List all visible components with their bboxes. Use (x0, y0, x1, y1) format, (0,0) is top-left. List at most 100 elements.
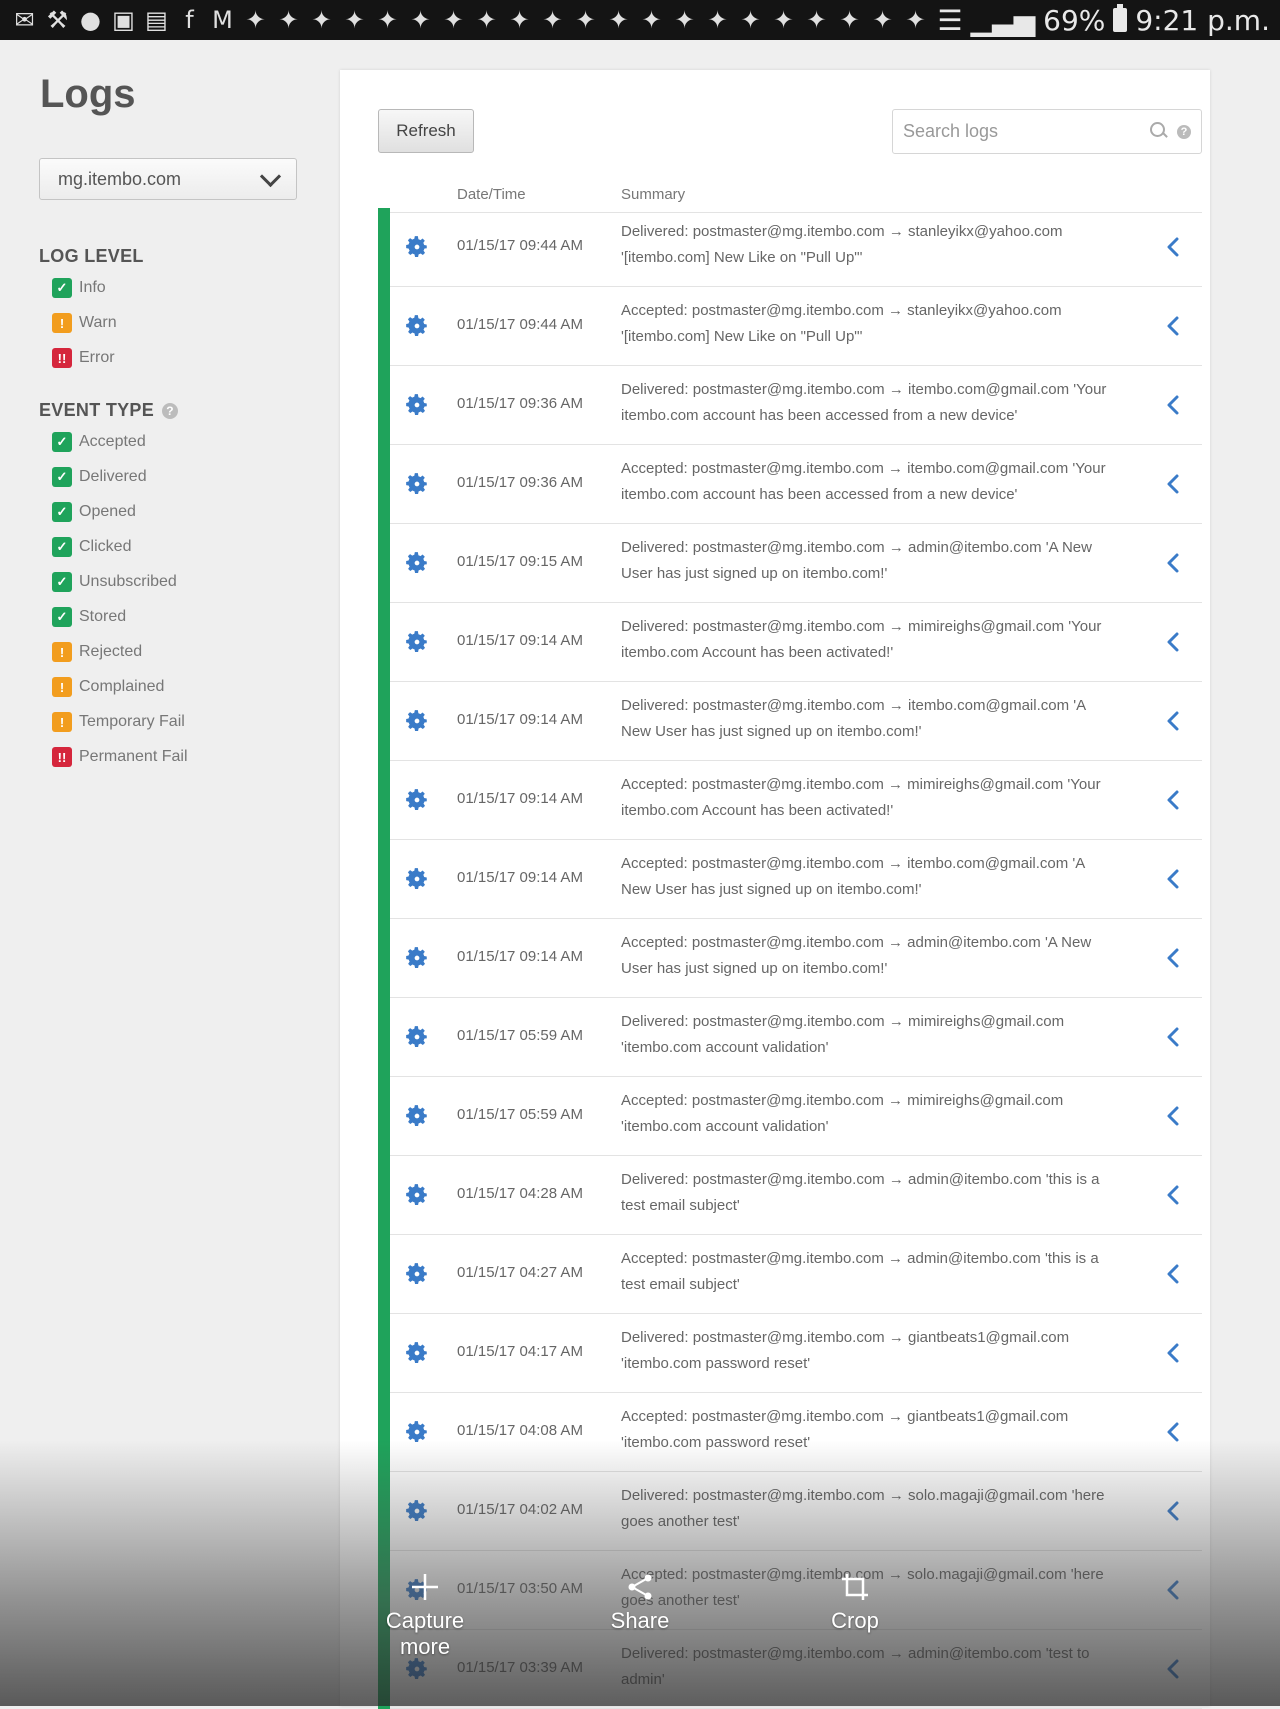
filter-label: Accepted (79, 433, 146, 450)
row-datetime: 01/15/17 04:02 AM (457, 1501, 583, 1518)
row-summary: Delivered: postmaster@mg.itembo.com → ad… (621, 1645, 1090, 1688)
status-bar-indicator (378, 761, 390, 840)
checkbox-checked-icon[interactable]: ✓ (52, 278, 72, 298)
error-icon[interactable]: !! (52, 348, 72, 368)
twitter-icon: ✦ (905, 6, 926, 34)
table-row[interactable]: 01/15/17 09:44 AM Accepted: postmaster@mg… (378, 287, 1202, 366)
chevron-left-icon[interactable] (1162, 946, 1186, 970)
chevron-left-icon[interactable] (1162, 709, 1186, 733)
gear-icon (404, 234, 430, 260)
table-row[interactable]: 01/15/17 04:28 AM Delivered: postmaster@m… (378, 1156, 1202, 1235)
status-bar-indicator (378, 524, 390, 603)
filter-accepted[interactable]: ✓ Accepted (52, 432, 146, 452)
row-datetime: 01/15/17 04:17 AM (457, 1343, 583, 1360)
chevron-left-icon[interactable] (1162, 1262, 1186, 1286)
filter-label: Unsubscribed (79, 573, 177, 590)
table-row[interactable]: 01/15/17 03:50 AM Accepted: postmaster@mg… (378, 1551, 1202, 1630)
gear-icon (404, 945, 430, 971)
facebook-icon: f (185, 6, 194, 34)
filter-error[interactable]: !! Error (52, 348, 115, 368)
table-row[interactable]: 01/15/17 04:02 AM Delivered: postmaster@m… (378, 1472, 1202, 1551)
chevron-left-icon[interactable] (1162, 867, 1186, 891)
row-summary: Accepted: postmaster@mg.itembo.com → sol… (621, 1566, 1104, 1609)
twitter-icon: ✦ (707, 6, 728, 34)
checkbox-checked-icon[interactable]: ✓ (52, 467, 72, 487)
table-row[interactable]: 01/15/17 09:36 AM Delivered: postmaster@m… (378, 366, 1202, 445)
table-row[interactable]: 01/15/17 09:14 AM Delivered: postmaster@m… (378, 682, 1202, 761)
table-row[interactable]: 01/15/17 04:27 AM Accepted: postmaster@mg… (378, 1235, 1202, 1314)
search-input[interactable]: Search logs ? (892, 109, 1202, 154)
table-row[interactable]: 01/15/17 05:59 AM Delivered: postmaster@m… (378, 998, 1202, 1077)
table-row[interactable]: 01/15/17 09:14 AM Delivered: postmaster@m… (378, 603, 1202, 682)
row-summary: Accepted: postmaster@mg.itembo.com → gia… (621, 1408, 1069, 1451)
search-help-icon[interactable]: ? (1177, 124, 1191, 139)
checkbox-checked-icon[interactable]: ✓ (52, 502, 72, 522)
gallery-icon: ▣ (112, 6, 135, 34)
table-row[interactable]: 01/15/17 05:59 AM Accepted: postmaster@mg… (378, 1077, 1202, 1156)
chevron-left-icon[interactable] (1162, 1104, 1186, 1128)
checkbox-checked-icon[interactable]: ✓ (52, 607, 72, 627)
error-icon[interactable]: !! (52, 747, 72, 767)
row-datetime: 01/15/17 09:36 AM (457, 474, 583, 491)
filter-info[interactable]: ✓ Info (52, 278, 106, 298)
filter-label: Error (79, 349, 115, 366)
checkbox-checked-icon[interactable]: ✓ (52, 537, 72, 557)
filter-unsubscribed[interactable]: ✓ Unsubscribed (52, 572, 177, 592)
twitter-icon: ✦ (443, 6, 464, 34)
filter-rejected[interactable]: ! Rejected (52, 642, 142, 662)
table-row[interactable]: 01/15/17 09:14 AM Accepted: postmaster@mg… (378, 919, 1202, 998)
column-header-summary: Summary (621, 186, 686, 203)
filter-stored[interactable]: ✓ Stored (52, 607, 126, 627)
clock: 9:21 p.m. (1135, 3, 1270, 37)
chevron-left-icon[interactable] (1162, 314, 1186, 338)
help-icon[interactable]: ? (162, 402, 179, 419)
warning-icon[interactable]: ! (52, 712, 72, 732)
checkbox-checked-icon[interactable]: ✓ (52, 572, 72, 592)
checkbox-checked-icon[interactable]: ✓ (52, 432, 72, 452)
gear-icon (404, 1419, 430, 1445)
chevron-left-icon[interactable] (1162, 788, 1186, 812)
gear-icon (404, 866, 430, 892)
twitter-icon: ✦ (674, 6, 695, 34)
chevron-left-icon[interactable] (1162, 393, 1186, 417)
filter-delivered[interactable]: ✓ Delivered (52, 467, 147, 487)
chevron-left-icon[interactable] (1162, 1499, 1186, 1523)
table-row[interactable]: 01/15/17 09:44 AM Delivered: postmaster@m… (378, 208, 1202, 287)
table-row[interactable]: 01/15/17 09:14 AM Accepted: postmaster@mg… (378, 761, 1202, 840)
chevron-left-icon[interactable] (1162, 630, 1186, 654)
row-summary: Delivered: postmaster@mg.itembo.com → ad… (621, 1171, 1100, 1214)
warning-icon[interactable]: ! (52, 677, 72, 697)
chevron-left-icon[interactable] (1162, 1420, 1186, 1444)
log-table-body: 01/15/17 09:44 AM Delivered: postmaster@m… (378, 208, 1202, 1709)
filter-warn[interactable]: ! Warn (52, 313, 117, 333)
filter-opened[interactable]: ✓ Opened (52, 502, 136, 522)
warning-icon[interactable]: ! (52, 313, 72, 333)
chevron-left-icon[interactable] (1162, 1578, 1186, 1602)
domain-select[interactable]: mg.itembo.com (39, 158, 297, 200)
chevron-left-icon[interactable] (1162, 1657, 1186, 1681)
chevron-left-icon[interactable] (1162, 1341, 1186, 1365)
filter-clicked[interactable]: ✓ Clicked (52, 537, 131, 557)
table-row[interactable]: 01/15/17 09:14 AM Accepted: postmaster@mg… (378, 840, 1202, 919)
chevron-left-icon[interactable] (1162, 1183, 1186, 1207)
warning-icon[interactable]: ! (52, 642, 72, 662)
filter-complained[interactable]: ! Complained (52, 677, 164, 697)
filter-permanent-fail[interactable]: !! Permanent Fail (52, 747, 188, 767)
status-right: ☰ ▁▃▅ 69% 9:21 p.m. (937, 4, 1270, 37)
row-datetime: 01/15/17 09:14 AM (457, 711, 583, 728)
filter-temporary-fail[interactable]: ! Temporary Fail (52, 712, 185, 732)
search-icon[interactable] (1150, 122, 1165, 137)
table-row[interactable]: 01/15/17 04:08 AM Accepted: postmaster@mg… (378, 1393, 1202, 1472)
chevron-left-icon[interactable] (1162, 1025, 1186, 1049)
twitter-icon: ✦ (476, 6, 497, 34)
chevron-left-icon[interactable] (1162, 551, 1186, 575)
table-row[interactable]: 01/15/17 09:15 AM Delivered: postmaster@m… (378, 524, 1202, 603)
chevron-left-icon[interactable] (1162, 235, 1186, 259)
table-row[interactable]: 01/15/17 04:17 AM Delivered: postmaster@m… (378, 1314, 1202, 1393)
chevron-left-icon[interactable] (1162, 472, 1186, 496)
signal-icon: ▁▃▅ (970, 3, 1036, 37)
refresh-button[interactable]: Refresh (378, 109, 474, 153)
table-row[interactable]: 01/15/17 03:39 AM Delivered: postmaster@m… (378, 1630, 1202, 1709)
table-row[interactable]: 01/15/17 09:36 AM Accepted: postmaster@mg… (378, 445, 1202, 524)
row-datetime: 01/15/17 09:15 AM (457, 553, 583, 570)
